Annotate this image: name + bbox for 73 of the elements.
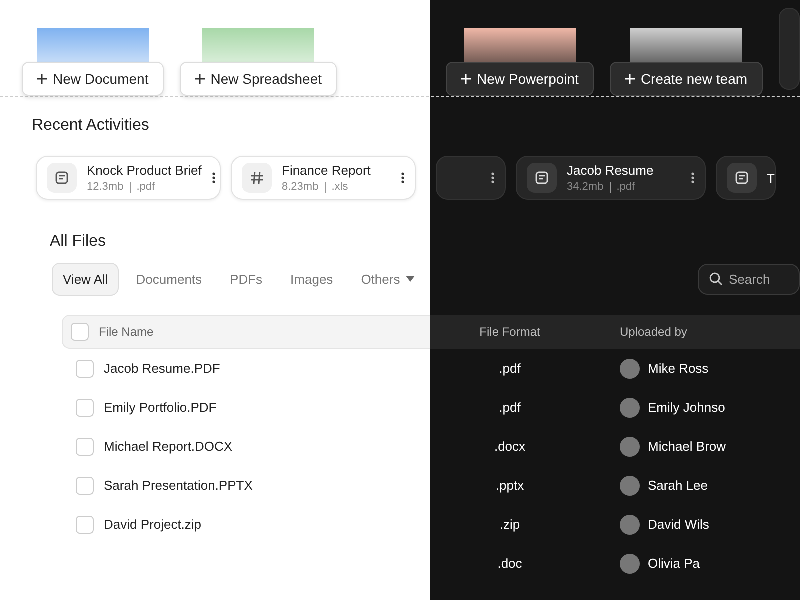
file-card[interactable]: Finance Report 8.23mb .xls bbox=[231, 156, 416, 200]
more-icon[interactable] bbox=[691, 172, 695, 184]
file-name-cell: Jacob Resume.PDF bbox=[104, 361, 220, 376]
file-extension: .xls bbox=[332, 181, 348, 193]
avatar bbox=[620, 514, 640, 534]
avatar bbox=[620, 398, 640, 418]
format-cell-text: .zip bbox=[498, 517, 522, 532]
create-button[interactable]: New Powerpoint bbox=[446, 62, 594, 96]
uploader-name: David Wils bbox=[648, 517, 710, 532]
section-title: Recent Activities bbox=[31, 116, 150, 136]
checkbox[interactable] bbox=[76, 398, 94, 416]
caret-icon bbox=[406, 276, 416, 282]
more-icon[interactable] bbox=[401, 172, 405, 184]
document-icon bbox=[535, 171, 549, 185]
document-icon bbox=[735, 171, 749, 185]
uploader-name: Sarah Lee bbox=[648, 478, 708, 493]
filter-tab[interactable]: PDFs bbox=[219, 262, 274, 296]
column-header: File Format bbox=[478, 325, 542, 339]
search-icon bbox=[709, 272, 723, 286]
uploader-name: Michael Brow bbox=[648, 439, 726, 454]
plus-icon bbox=[461, 74, 471, 84]
create-button[interactable]: New Document bbox=[22, 62, 164, 96]
file-name-cell: Emily Portfolio.PDF bbox=[104, 400, 217, 415]
create-button[interactable]: New Spreadsheet bbox=[180, 62, 337, 96]
format-cell-text: .pdf bbox=[498, 400, 522, 415]
column-header: Uploaded by bbox=[619, 325, 688, 339]
file-card[interactable]: Jacob Resume 34.2mb .pdf bbox=[516, 156, 706, 200]
avatar bbox=[620, 358, 640, 378]
more-icon[interactable] bbox=[212, 172, 216, 184]
checkbox[interactable] bbox=[76, 476, 94, 494]
avatar bbox=[620, 476, 640, 496]
uploader-name: Olivia Pa bbox=[648, 556, 700, 571]
plus-icon bbox=[37, 74, 47, 84]
filter-tab[interactable]: Others bbox=[350, 262, 426, 296]
file-size: 8.23mb bbox=[282, 181, 319, 193]
file-name: T bbox=[767, 170, 775, 186]
file-name-cell: Michael Report.DOCX bbox=[104, 439, 233, 454]
file-card[interactable]: T bbox=[716, 156, 776, 200]
file-card[interactable]: Knock Product Brief 12.3mb .pdf bbox=[36, 156, 221, 200]
search-input[interactable]: Search bbox=[729, 272, 789, 286]
format-cell-text: .doc bbox=[496, 556, 524, 571]
column-header: File Name bbox=[99, 325, 154, 339]
file-name-cell: David Project.zip bbox=[104, 517, 202, 532]
plus-icon bbox=[624, 74, 635, 84]
checkbox[interactable] bbox=[71, 323, 89, 341]
avatar bbox=[620, 554, 640, 574]
file-name: Knock Product Brief bbox=[87, 163, 202, 178]
checkbox[interactable] bbox=[76, 360, 94, 378]
format-cell-text: .pdf bbox=[498, 361, 522, 376]
filter-tab[interactable]: Documents bbox=[125, 262, 214, 296]
uploader-name: Emily Johnso bbox=[648, 400, 726, 415]
file-size: 34.2mb bbox=[567, 181, 604, 193]
plus-icon bbox=[194, 74, 205, 84]
more-icon[interactable] bbox=[491, 172, 495, 184]
section-title: All Files bbox=[49, 232, 108, 251]
file-name: Jacob Resume bbox=[567, 163, 654, 178]
filter-tab[interactable]: View All bbox=[52, 262, 120, 296]
checkbox[interactable] bbox=[76, 438, 94, 456]
file-name-cell: Sarah Presentation.PPTX bbox=[104, 478, 253, 493]
format-cell-text: .pptx bbox=[494, 478, 526, 493]
checkbox[interactable] bbox=[76, 516, 94, 534]
filter-tab[interactable]: Images bbox=[280, 262, 344, 296]
create-button[interactable]: Create new team bbox=[610, 62, 763, 96]
format-cell-text: .docx bbox=[493, 439, 527, 454]
file-name: Finance Report bbox=[282, 163, 371, 178]
hash-icon bbox=[249, 170, 265, 186]
document-icon bbox=[55, 171, 69, 185]
uploader-name: Mike Ross bbox=[648, 361, 709, 376]
search-field[interactable]: Search bbox=[698, 264, 800, 294]
file-size: 12.3mb bbox=[87, 181, 124, 193]
file-extension: .pdf bbox=[616, 181, 636, 193]
avatar bbox=[620, 436, 640, 456]
file-extension: .pdf bbox=[136, 181, 156, 193]
